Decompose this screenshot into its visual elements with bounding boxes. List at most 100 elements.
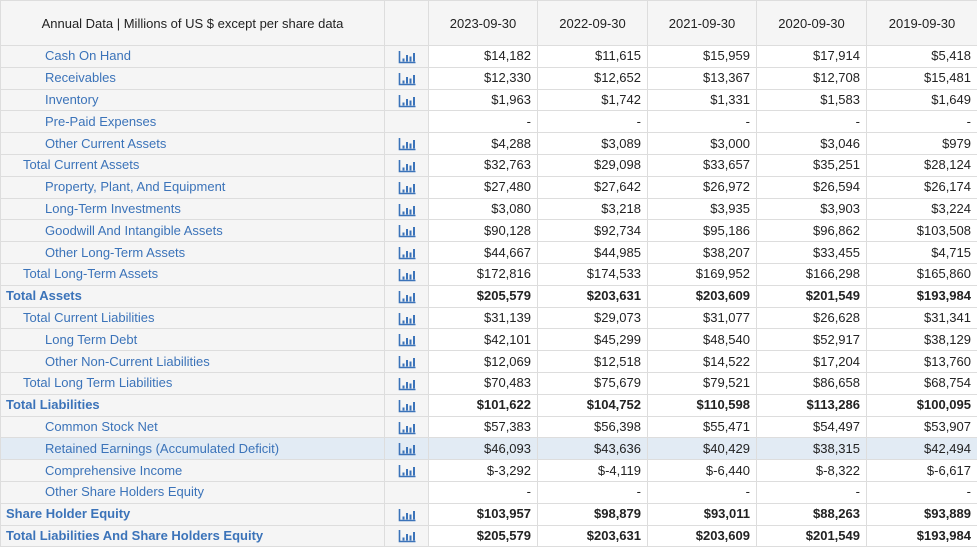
chart-cell[interactable] xyxy=(385,67,429,89)
row-label[interactable]: Total Liabilities xyxy=(1,394,385,416)
bar-chart-icon[interactable] xyxy=(398,397,416,412)
chart-cell[interactable] xyxy=(385,46,429,68)
table-row: Property, Plant, And Equipment$27,480$27… xyxy=(1,176,977,198)
row-label[interactable]: Property, Plant, And Equipment xyxy=(1,176,385,198)
table-row: Total Liabilities$101,622$104,752$110,59… xyxy=(1,394,977,416)
column-header[interactable]: 2019-09-30 xyxy=(867,1,977,46)
bar-chart-icon[interactable] xyxy=(398,179,416,194)
chart-cell[interactable] xyxy=(385,89,429,111)
value-cell: $113,286 xyxy=(757,394,867,416)
row-label[interactable]: Other Current Assets xyxy=(1,133,385,155)
bar-chart-icon[interactable] xyxy=(398,332,416,347)
row-label[interactable]: Cash On Hand xyxy=(1,46,385,68)
chart-cell[interactable] xyxy=(385,416,429,438)
chart-cell[interactable] xyxy=(385,438,429,460)
column-header[interactable]: 2023-09-30 xyxy=(429,1,538,46)
bar-chart-icon[interactable] xyxy=(398,266,416,281)
column-header[interactable]: 2022-09-30 xyxy=(538,1,648,46)
bar-chart-icon[interactable] xyxy=(398,375,416,390)
bar-chart-icon[interactable] xyxy=(398,48,416,63)
chart-cell[interactable] xyxy=(385,372,429,394)
row-label[interactable]: Other Long-Term Assets xyxy=(1,242,385,264)
value-cell: - xyxy=(538,481,648,503)
value-cell: $28,124 xyxy=(867,154,977,176)
chart-cell[interactable] xyxy=(385,176,429,198)
table-row: Other Share Holders Equity----- xyxy=(1,481,977,503)
bar-chart-icon[interactable] xyxy=(398,223,416,238)
value-cell: $93,011 xyxy=(648,503,757,525)
bar-chart-icon[interactable] xyxy=(398,506,416,521)
chart-cell[interactable] xyxy=(385,460,429,482)
value-cell: $203,631 xyxy=(538,525,648,547)
value-cell: $54,497 xyxy=(757,416,867,438)
value-cell: $92,734 xyxy=(538,220,648,242)
chart-cell[interactable] xyxy=(385,525,429,547)
chart-cell[interactable] xyxy=(385,394,429,416)
row-label[interactable]: Other Share Holders Equity xyxy=(1,481,385,503)
chart-cell[interactable] xyxy=(385,285,429,307)
column-header[interactable]: 2021-09-30 xyxy=(648,1,757,46)
value-cell: $979 xyxy=(867,133,977,155)
value-cell: $17,204 xyxy=(757,351,867,373)
value-cell: $3,046 xyxy=(757,133,867,155)
bar-chart-icon[interactable] xyxy=(398,354,416,369)
bar-chart-icon[interactable] xyxy=(398,288,416,303)
chart-cell[interactable] xyxy=(385,154,429,176)
table-row: Share Holder Equity$103,957$98,879$93,01… xyxy=(1,503,977,525)
row-label[interactable]: Total Current Assets xyxy=(1,154,385,176)
value-cell: $1,331 xyxy=(648,89,757,111)
chart-cell[interactable] xyxy=(385,329,429,351)
row-label[interactable]: Other Non-Current Liabilities xyxy=(1,351,385,373)
value-cell: $1,583 xyxy=(757,89,867,111)
chart-cell[interactable] xyxy=(385,351,429,373)
column-header[interactable]: 2020-09-30 xyxy=(757,1,867,46)
value-cell: $86,658 xyxy=(757,372,867,394)
value-cell: $3,935 xyxy=(648,198,757,220)
row-label[interactable]: Goodwill And Intangible Assets xyxy=(1,220,385,242)
value-cell: $169,952 xyxy=(648,263,757,285)
row-label[interactable]: Total Long-Term Assets xyxy=(1,263,385,285)
row-label[interactable]: Total Long Term Liabilities xyxy=(1,372,385,394)
value-cell: $1,649 xyxy=(867,89,977,111)
value-cell: $203,609 xyxy=(648,285,757,307)
row-label[interactable]: Long Term Debt xyxy=(1,329,385,351)
bar-chart-icon[interactable] xyxy=(398,92,416,107)
row-label[interactable]: Comprehensive Income xyxy=(1,460,385,482)
table-row: Other Non-Current Liabilities$12,069$12,… xyxy=(1,351,977,373)
chart-cell[interactable] xyxy=(385,503,429,525)
bar-chart-icon[interactable] xyxy=(398,310,416,325)
value-cell: $79,521 xyxy=(648,372,757,394)
row-label[interactable]: Pre-Paid Expenses xyxy=(1,111,385,133)
chart-cell[interactable] xyxy=(385,220,429,242)
row-label[interactable]: Long-Term Investments xyxy=(1,198,385,220)
row-label[interactable]: Inventory xyxy=(1,89,385,111)
value-cell: $166,298 xyxy=(757,263,867,285)
bar-chart-icon[interactable] xyxy=(398,419,416,434)
row-label[interactable]: Share Holder Equity xyxy=(1,503,385,525)
row-label[interactable]: Total Liabilities And Share Holders Equi… xyxy=(1,525,385,547)
value-cell: $12,069 xyxy=(429,351,538,373)
row-label[interactable]: Receivables xyxy=(1,67,385,89)
row-label[interactable]: Retained Earnings (Accumulated Deficit) xyxy=(1,438,385,460)
chart-cell[interactable] xyxy=(385,307,429,329)
bar-chart-icon[interactable] xyxy=(398,136,416,151)
value-cell: $56,398 xyxy=(538,416,648,438)
bar-chart-icon[interactable] xyxy=(398,201,416,216)
table-row: Retained Earnings (Accumulated Deficit)$… xyxy=(1,438,977,460)
row-label[interactable]: Common Stock Net xyxy=(1,416,385,438)
bar-chart-icon[interactable] xyxy=(398,157,416,172)
bar-chart-icon[interactable] xyxy=(398,70,416,85)
chart-cell[interactable] xyxy=(385,242,429,264)
bar-chart-icon[interactable] xyxy=(398,463,416,478)
table-row: Comprehensive Income$-3,292$-4,119$-6,44… xyxy=(1,460,977,482)
chart-cell[interactable] xyxy=(385,133,429,155)
bar-chart-icon[interactable] xyxy=(398,528,416,543)
chart-cell[interactable] xyxy=(385,198,429,220)
row-label[interactable]: Total Assets xyxy=(1,285,385,307)
bar-chart-icon[interactable] xyxy=(398,245,416,260)
chart-cell[interactable] xyxy=(385,263,429,285)
value-cell: $57,383 xyxy=(429,416,538,438)
value-cell: $-6,617 xyxy=(867,460,977,482)
row-label[interactable]: Total Current Liabilities xyxy=(1,307,385,329)
bar-chart-icon[interactable] xyxy=(398,441,416,456)
